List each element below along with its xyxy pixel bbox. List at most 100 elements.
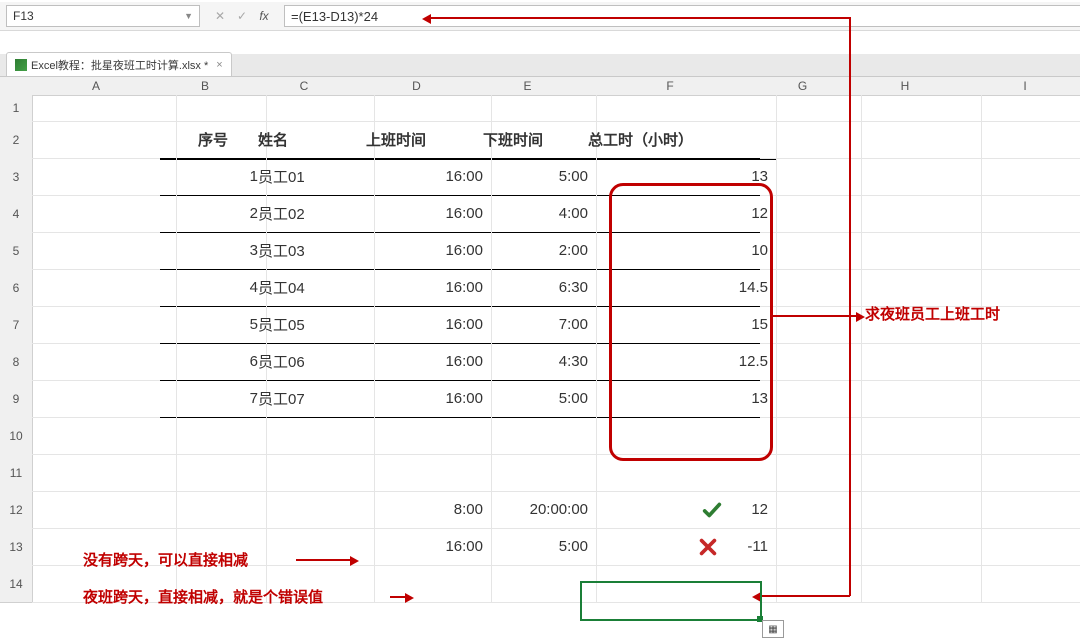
name-box[interactable]: F13 ▼ [6,5,200,27]
cell-A6[interactable] [32,269,177,307]
cell-D1[interactable] [358,95,492,122]
column-header-C[interactable]: C [250,77,359,96]
cell-H14[interactable] [845,565,982,603]
row-header-1[interactable]: 1 [0,95,33,122]
cancel-formula-icon[interactable]: ✕ [210,8,230,24]
cell-E1[interactable] [475,95,597,122]
cell-A2[interactable] [32,121,177,159]
cell-E12[interactable]: 20:00:00 [475,491,597,529]
row-header-8[interactable]: 8 [0,343,33,381]
cell-H5[interactable] [845,232,982,270]
cell-D10[interactable] [358,417,492,455]
cell-H13[interactable] [845,528,982,566]
formula-bar[interactable]: =(E13-D13)*24 [284,5,1080,27]
cell-E8[interactable]: 4:30 [475,343,597,381]
cell-D6[interactable]: 16:00 [358,269,492,307]
cell-A9[interactable] [32,380,177,418]
cell-I14[interactable] [965,565,1080,603]
cell-D9[interactable]: 16:00 [358,380,492,418]
cell-I9[interactable] [965,380,1080,418]
row-header-3[interactable]: 3 [0,158,33,196]
cell-C12[interactable] [250,491,375,529]
cell-H6[interactable] [845,269,982,307]
row-header-13[interactable]: 13 [0,528,33,566]
cell-A5[interactable] [32,232,177,270]
row-header-12[interactable]: 12 [0,491,33,529]
cell-F12[interactable]: 12 [580,491,777,529]
cell-H12[interactable] [845,491,982,529]
cell-E13[interactable]: 5:00 [475,528,597,566]
row-header-10[interactable]: 10 [0,417,33,455]
cell-D13[interactable]: 16:00 [358,528,492,566]
cell-C9[interactable]: 员工07 [250,380,375,418]
cell-I13[interactable] [965,528,1080,566]
cell-I1[interactable] [965,95,1080,122]
cell-I11[interactable] [965,454,1080,492]
cell-C2[interactable]: 姓名 [250,121,375,160]
cell-C7[interactable]: 员工05 [250,306,375,344]
cell-E5[interactable]: 2:00 [475,232,597,270]
fx-icon[interactable]: fx [254,8,274,24]
cell-I5[interactable] [965,232,1080,270]
row-header-2[interactable]: 2 [0,121,33,159]
cell-H10[interactable] [845,417,982,455]
cell-D2[interactable]: 上班时间 [358,121,492,160]
column-header-A[interactable]: A [32,77,161,96]
column-header-H[interactable]: H [845,77,966,96]
column-header-I[interactable]: I [965,77,1080,96]
row-header-4[interactable]: 4 [0,195,33,233]
column-header-F[interactable]: F [580,77,761,96]
row-header-5[interactable]: 5 [0,232,33,270]
cell-D7[interactable]: 16:00 [358,306,492,344]
cell-I12[interactable] [965,491,1080,529]
column-header-G[interactable]: G [760,77,846,96]
cell-H3[interactable] [845,158,982,196]
cell-I2[interactable] [965,121,1080,159]
cell-C11[interactable] [250,454,375,492]
cell-A7[interactable] [32,306,177,344]
cell-D5[interactable]: 16:00 [358,232,492,270]
cell-E9[interactable]: 5:00 [475,380,597,418]
cell-F14[interactable] [580,565,777,603]
cell-E11[interactable] [475,454,597,492]
cell-I4[interactable] [965,195,1080,233]
cell-F13[interactable]: -11 [580,528,777,566]
row-header-9[interactable]: 9 [0,380,33,418]
cell-C8[interactable]: 员工06 [250,343,375,381]
cell-D4[interactable]: 16:00 [358,195,492,233]
cell-E10[interactable] [475,417,597,455]
cell-H4[interactable] [845,195,982,233]
cell-A1[interactable] [32,95,177,122]
row-header-11[interactable]: 11 [0,454,33,492]
cell-H1[interactable] [845,95,982,122]
cell-A3[interactable] [32,158,177,196]
cell-D14[interactable] [358,565,492,603]
cell-F2[interactable]: 总工时（小时） [580,121,777,160]
cell-H9[interactable] [845,380,982,418]
cell-E2[interactable]: 下班时间 [475,121,597,160]
autofill-options-button[interactable]: ▦ [762,620,784,638]
cell-E14[interactable] [475,565,597,603]
cell-C4[interactable]: 员工02 [250,195,375,233]
cell-E4[interactable]: 4:00 [475,195,597,233]
cell-A12[interactable] [32,491,177,529]
column-header-B[interactable]: B [160,77,251,96]
cell-I3[interactable] [965,158,1080,196]
column-header-E[interactable]: E [475,77,581,96]
column-header-D[interactable]: D [358,77,476,96]
cell-D3[interactable]: 16:00 [358,158,492,196]
close-tab-icon[interactable]: × [216,59,222,71]
cell-C3[interactable]: 员工01 [250,158,375,196]
select-all-corner[interactable] [0,77,33,96]
cell-C5[interactable]: 员工03 [250,232,375,270]
accept-formula-icon[interactable]: ✓ [232,8,252,24]
workbook-tab[interactable]: Excel教程：批星夜班工时计算.xlsx * × [6,52,232,76]
name-box-dropdown-icon[interactable]: ▼ [184,11,193,21]
cell-F1[interactable] [580,95,777,122]
cell-H2[interactable] [845,121,982,159]
row-header-7[interactable]: 7 [0,306,33,344]
cell-A8[interactable] [32,343,177,381]
cell-I6[interactable] [965,269,1080,307]
cell-D11[interactable] [358,454,492,492]
cell-H11[interactable] [845,454,982,492]
